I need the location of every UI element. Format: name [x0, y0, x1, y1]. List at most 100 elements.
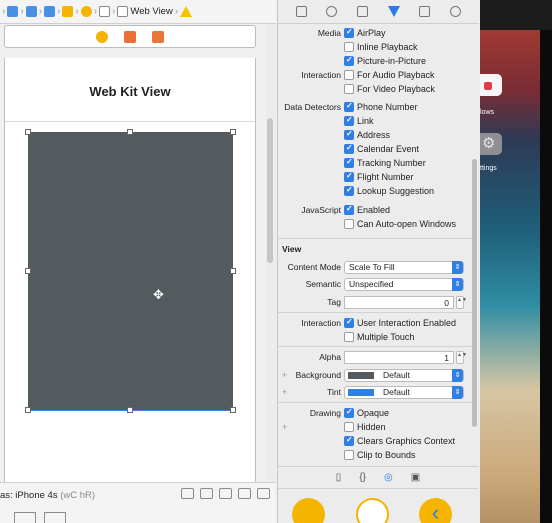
object-library-icon[interactable]: ◎ — [384, 472, 393, 483]
resize-handle[interactable] — [127, 407, 133, 413]
file-icon[interactable] — [295, 6, 307, 17]
airplay-checkbox[interactable] — [344, 27, 354, 38]
identity-icon[interactable] — [357, 6, 369, 17]
airplay-label: AirPlay — [357, 28, 386, 38]
size-icon[interactable] — [419, 6, 431, 17]
tag-stepper[interactable]: ▲▼ — [456, 295, 467, 309]
chevron-right-icon: › — [20, 6, 24, 17]
opaque-checkbox[interactable] — [344, 407, 354, 418]
resize-handle[interactable] — [230, 268, 236, 274]
alpha-field[interactable]: 1 — [344, 350, 454, 364]
pin-icon[interactable] — [238, 488, 251, 499]
audio-row: Interaction For Audio Playback — [278, 68, 468, 82]
file-template-icon[interactable]: ▯ — [336, 472, 342, 483]
updown-chevron-icon: ⇕ — [452, 260, 463, 274]
tint-row: + Tint Default ⇕ — [278, 385, 468, 399]
viewcontroller-object-icon[interactable] — [292, 498, 325, 523]
semantic-select[interactable]: Unspecified ⇕ — [344, 277, 464, 291]
interaction-label: Interaction — [301, 70, 341, 80]
hand-cursor-icon: ✥ — [153, 287, 164, 302]
resize-handle[interactable] — [25, 407, 31, 413]
code-snippet-icon[interactable]: {} — [359, 472, 366, 483]
background-select[interactable]: Default ⇕ — [344, 368, 464, 382]
javascript-enabled-label: Enabled — [357, 205, 391, 215]
data-detectors-label: Data Detectors — [284, 102, 341, 112]
inline-playback-checkbox[interactable] — [344, 42, 354, 52]
help-icon[interactable] — [326, 6, 338, 17]
document-outline-icon[interactable] — [14, 512, 36, 523]
plus-icon[interactable]: + — [282, 422, 287, 432]
plus-icon[interactable]: + — [282, 370, 287, 380]
user-interaction-checkbox[interactable] — [344, 317, 354, 328]
multiple-touch-checkbox[interactable] — [344, 332, 354, 342]
inspector-scrollbar[interactable] — [472, 159, 477, 427]
phone-number-checkbox[interactable] — [344, 101, 354, 112]
storyboard-canvas[interactable]: Web Kit View ✥ — [0, 24, 266, 482]
exit-icon[interactable] — [152, 30, 164, 43]
plus-icon[interactable]: + — [282, 387, 287, 397]
alpha-row: Alpha 1 ▲▼ — [278, 350, 468, 364]
storyboard-reference-icon[interactable] — [356, 498, 389, 523]
background-value: Default — [383, 370, 410, 380]
webkit-view[interactable]: ✥ — [25, 129, 236, 413]
clears-context-checkbox[interactable] — [344, 435, 354, 446]
resize-handle[interactable] — [230, 129, 236, 135]
detector-label: Lookup Suggestion — [357, 186, 435, 196]
tint-select[interactable]: Default ⇕ — [344, 385, 464, 399]
resolve-icon[interactable] — [257, 488, 270, 499]
settings-app-icon[interactable]: ⚙ — [480, 133, 502, 155]
inspector-body: Media AirPlay Inline Playback Picture-in… — [278, 24, 478, 466]
javascript-enabled-checkbox[interactable] — [344, 204, 354, 215]
zoom-icon[interactable] — [44, 512, 66, 523]
semantic-label: Semantic — [305, 279, 341, 289]
lookup-suggestion-checkbox[interactable] — [344, 185, 354, 196]
media-library-icon[interactable]: ▣ — [411, 472, 420, 483]
app-icon[interactable] — [480, 74, 502, 96]
alpha-stepper[interactable]: ▲▼ — [456, 350, 467, 364]
video-row: For Video Playback — [278, 82, 468, 96]
viewcontroller-icon[interactable] — [96, 30, 108, 43]
jump-bar-title[interactable]: Web View — [130, 6, 172, 17]
attributes-icon[interactable] — [387, 6, 400, 17]
scene-icon[interactable] — [80, 6, 92, 17]
vertical-scrollbar[interactable] — [267, 118, 273, 263]
size-class: (wC hR) — [60, 490, 96, 501]
view-controller-scene[interactable]: Web Kit View ✥ — [4, 58, 256, 482]
folder-icon[interactable] — [44, 6, 56, 17]
pip-checkbox[interactable] — [344, 55, 354, 66]
resize-handle[interactable] — [25, 268, 31, 274]
link-checkbox[interactable] — [344, 115, 354, 126]
simulator-screen[interactable]: lows ⚙ ttings — [480, 30, 540, 523]
hidden-checkbox[interactable] — [344, 422, 354, 432]
device-config-button[interactable]: as: iPhone 4s (wC hR) — [0, 490, 95, 501]
webview-icon[interactable] — [117, 6, 129, 17]
resize-handle[interactable] — [127, 129, 133, 135]
align-icon[interactable] — [219, 488, 232, 499]
update-frames-icon[interactable] — [181, 488, 194, 499]
navigation-controller-icon[interactable]: ‹ — [419, 498, 452, 523]
tracking-number-checkbox[interactable] — [344, 157, 354, 168]
view-icon[interactable] — [99, 6, 111, 17]
resize-handle[interactable] — [230, 407, 236, 413]
detector-row: Lookup Suggestion — [278, 184, 468, 198]
calendar-event-checkbox[interactable] — [344, 143, 354, 154]
video-playback-checkbox[interactable] — [344, 84, 354, 94]
clip-bounds-checkbox[interactable] — [344, 450, 354, 460]
flight-number-checkbox[interactable] — [344, 171, 354, 182]
connections-icon[interactable] — [450, 6, 462, 17]
semantic-row: Semantic Unspecified ⇕ — [278, 277, 468, 291]
resize-handle[interactable] — [25, 129, 31, 135]
pip-row: Picture-in-Picture — [278, 54, 468, 68]
folder-icon[interactable] — [25, 6, 37, 17]
tag-field[interactable]: 0 — [344, 295, 454, 309]
auto-open-windows-checkbox[interactable] — [344, 219, 354, 229]
folder-icon[interactable] — [7, 6, 19, 17]
address-checkbox[interactable] — [344, 129, 354, 140]
storyboard-icon[interactable] — [62, 6, 74, 17]
content-mode-select[interactable]: Scale To Fill ⇕ — [344, 260, 464, 274]
warning-icon[interactable] — [180, 6, 193, 17]
stack-icon[interactable] — [200, 488, 213, 499]
first-responder-icon[interactable] — [124, 30, 136, 43]
audio-playback-checkbox[interactable] — [344, 70, 354, 80]
app-label: ttings — [480, 165, 497, 172]
